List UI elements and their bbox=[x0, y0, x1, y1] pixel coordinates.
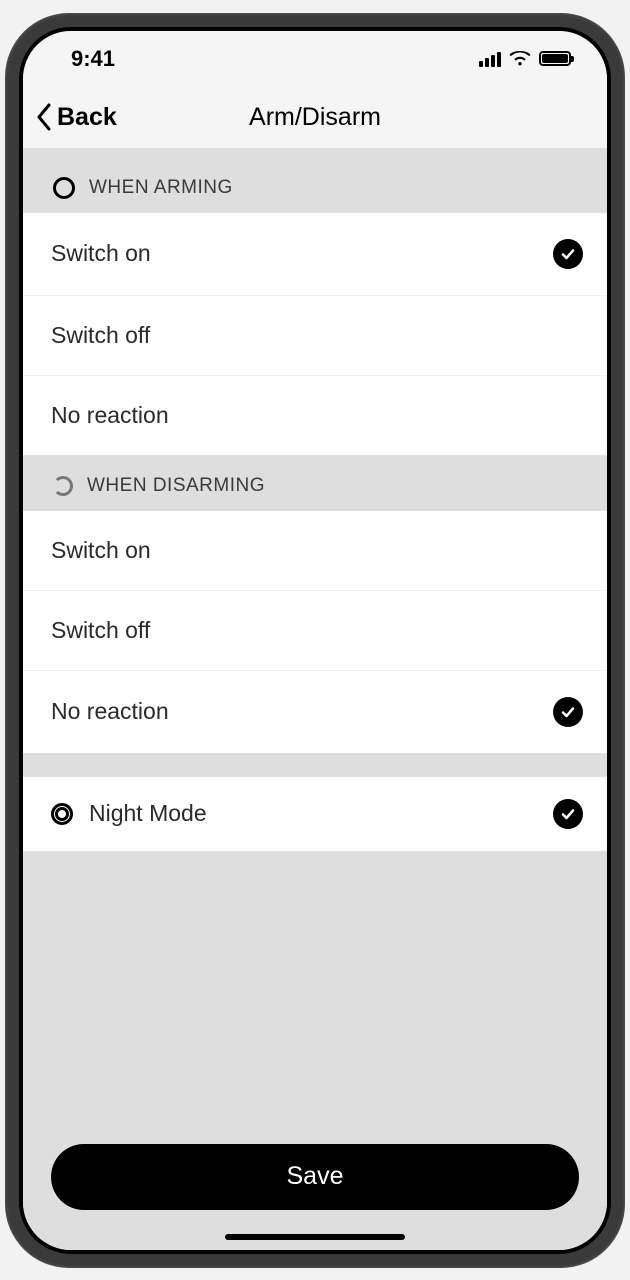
row-label: Switch on bbox=[51, 240, 151, 267]
row-label: Switch off bbox=[51, 617, 150, 644]
night-mode-row[interactable]: Night Mode bbox=[23, 777, 607, 851]
save-button[interactable]: Save bbox=[51, 1144, 579, 1210]
arming-switch-off-row[interactable]: Switch off bbox=[23, 296, 607, 376]
disarming-no-reaction-row[interactable]: No reaction bbox=[23, 671, 607, 753]
home-indicator[interactable] bbox=[225, 1234, 405, 1240]
status-bar: 9:41 bbox=[23, 31, 607, 87]
screen: 9:41 Bac bbox=[23, 31, 607, 1250]
disarming-header: WHEN DISARMING bbox=[23, 455, 607, 511]
nav-bar: Back Arm/Disarm bbox=[23, 87, 607, 149]
disarming-switch-on-row[interactable]: Switch on bbox=[23, 511, 607, 591]
arming-section: WHEN ARMING Switch on Switch off bbox=[23, 149, 607, 455]
check-icon bbox=[553, 799, 583, 829]
chevron-left-icon bbox=[35, 103, 53, 131]
disarming-section: WHEN DISARMING Switch on Switch off No r… bbox=[23, 455, 607, 753]
arming-header-label: WHEN ARMING bbox=[89, 177, 233, 199]
page-title: Arm/Disarm bbox=[249, 103, 381, 132]
check-icon bbox=[553, 239, 583, 269]
content: WHEN ARMING Switch on Switch off bbox=[23, 149, 607, 1250]
phone-frame: 9:41 Bac bbox=[5, 13, 625, 1268]
save-button-label: Save bbox=[287, 1162, 344, 1191]
spinner-icon bbox=[53, 476, 73, 496]
check-icon bbox=[553, 697, 583, 727]
arming-no-reaction-row[interactable]: No reaction bbox=[23, 376, 607, 455]
night-mode-icon bbox=[51, 803, 73, 825]
row-label: No reaction bbox=[51, 402, 169, 429]
cellular-signal-icon bbox=[479, 51, 501, 67]
row-label: Switch off bbox=[51, 322, 150, 349]
arming-switch-on-row[interactable]: Switch on bbox=[23, 213, 607, 296]
wifi-icon bbox=[509, 51, 531, 67]
phone-inner: 9:41 Bac bbox=[19, 27, 611, 1254]
arming-header: WHEN ARMING bbox=[23, 149, 607, 213]
disarming-header-label: WHEN DISARMING bbox=[87, 475, 265, 497]
night-mode-label: Night Mode bbox=[89, 800, 537, 827]
row-label: No reaction bbox=[51, 698, 169, 725]
back-button[interactable]: Back bbox=[35, 103, 117, 132]
circle-icon bbox=[53, 177, 75, 199]
back-label: Back bbox=[57, 103, 117, 132]
row-label: Switch on bbox=[51, 537, 151, 564]
status-time: 9:41 bbox=[71, 46, 115, 72]
battery-icon bbox=[539, 51, 571, 66]
disarming-switch-off-row[interactable]: Switch off bbox=[23, 591, 607, 671]
spacer bbox=[23, 851, 607, 1144]
status-icons bbox=[479, 51, 571, 67]
